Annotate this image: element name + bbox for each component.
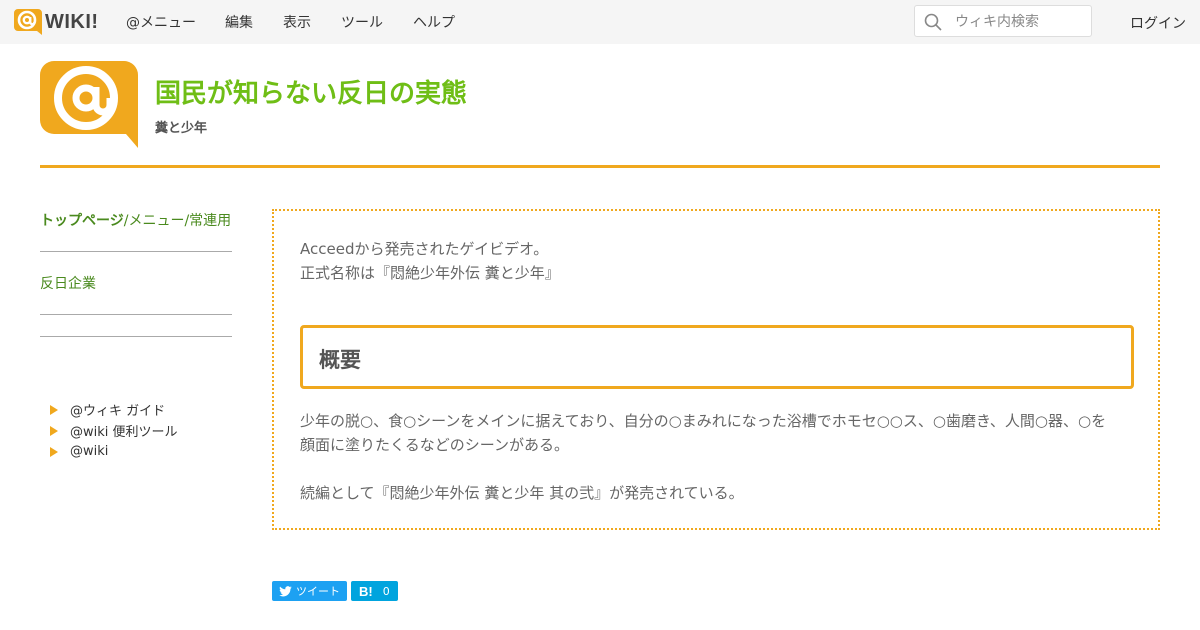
search-box[interactable]: [914, 5, 1092, 37]
intro-line-1: Acceedから発売されたゲイビデオ。: [300, 240, 549, 258]
atwiki-logo[interactable]: WIKI!: [14, 9, 99, 35]
search-input[interactable]: [953, 10, 1087, 34]
sidebar-divider: [40, 336, 232, 337]
login-link[interactable]: ログイン: [1130, 13, 1186, 33]
logo-text: WIKI!: [45, 10, 99, 33]
body-line-1: 少年の脱○、食○シーンをメインに据えており、自分の○まみれになった浴槽でホモセ○…: [300, 412, 1107, 430]
sidebar-guide-list: @ウィキ ガイド @wiki 便利ツール @wiki: [50, 399, 178, 462]
hatena-bookmark-button[interactable]: B! 0: [351, 581, 398, 601]
sidebar-link-anti-japan-companies[interactable]: 反日企業: [40, 273, 96, 293]
page-title: 糞と少年: [155, 121, 208, 136]
menu-tools[interactable]: ツール: [341, 12, 383, 32]
guide-link-wiki-tools[interactable]: @wiki 便利ツール: [70, 421, 178, 440]
list-item[interactable]: @ウィキ ガイド: [50, 399, 178, 420]
at-logo-icon: [14, 9, 42, 35]
intro-line-2: 正式名称は『悶絶少年外伝 糞と少年』: [300, 264, 560, 282]
hatena-bookmark-count: 0: [382, 584, 390, 598]
body-line-2: 顔面に塗りたくるなどのシーンがある。: [300, 436, 569, 454]
search-icon[interactable]: [924, 13, 942, 31]
hatena-bookmark-icon: B!: [359, 583, 373, 599]
triangle-bullet-icon: [50, 425, 58, 436]
menu-help[interactable]: ヘルプ: [413, 12, 455, 32]
site-title[interactable]: 国民が知らない反日の実態: [155, 73, 467, 110]
menu-view[interactable]: 表示: [283, 12, 311, 32]
top-navigation-bar: WIKI! @メニュー 編集 表示 ツール ヘルプ ログイン: [0, 0, 1200, 44]
header-divider: [40, 165, 1160, 168]
sidebar-link-top-page[interactable]: トップページ: [40, 213, 124, 229]
menu-at-menu[interactable]: @メニュー: [126, 12, 196, 32]
guide-link-wiki-guide[interactable]: @ウィキ ガイド: [70, 400, 165, 419]
section-heading: 概要: [319, 348, 361, 372]
list-item[interactable]: @wiki 便利ツール: [50, 420, 178, 441]
site-at-logo-icon[interactable]: [40, 60, 140, 150]
triangle-bullet-icon: [50, 446, 58, 457]
tweet-button[interactable]: ツイート: [272, 581, 347, 601]
guide-link-wiki[interactable]: @wiki: [70, 444, 108, 459]
section-heading-box: 概要: [300, 325, 1134, 389]
sidebar-link-menu-regular[interactable]: /メニュー/常連用: [124, 213, 231, 229]
sidebar-divider: [40, 314, 232, 315]
tweet-label: ツイート: [296, 585, 340, 598]
body-line-3: 続編として『悶絶少年外伝 糞と少年 其の弐』が発売されている。: [300, 484, 744, 502]
twitter-bird-icon: [279, 585, 292, 596]
triangle-bullet-icon: [50, 404, 58, 415]
list-item[interactable]: @wiki: [50, 441, 178, 462]
main-content: Acceedから発売されたゲイビデオ。 正式名称は『悶絶少年外伝 糞と少年』 概…: [272, 209, 1160, 530]
menu-edit[interactable]: 編集: [225, 12, 253, 32]
sidebar-breadcrumb: トップページ/メニュー/常連用: [40, 210, 231, 230]
sidebar-divider: [40, 251, 232, 252]
